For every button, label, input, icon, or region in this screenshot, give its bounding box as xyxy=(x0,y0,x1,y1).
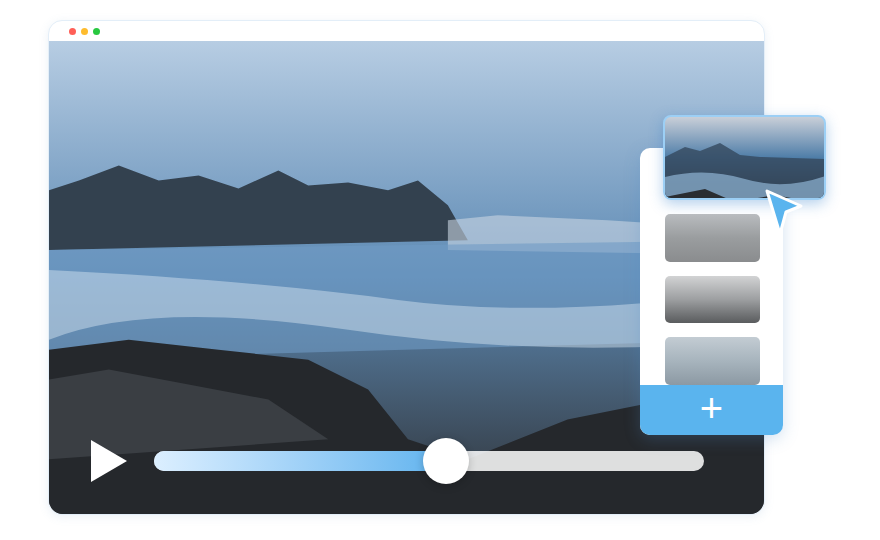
playlist-item[interactable] xyxy=(665,337,760,385)
playlist-item[interactable] xyxy=(665,276,760,324)
player-controls xyxy=(49,438,764,484)
page: + xyxy=(0,0,880,540)
seek-fill xyxy=(154,451,446,471)
window-dot[interactable] xyxy=(81,28,88,35)
playlist-panel: + xyxy=(640,148,783,435)
thumbnail-image xyxy=(665,117,824,198)
playlist-item[interactable] xyxy=(663,115,826,200)
window-dot[interactable] xyxy=(69,28,76,35)
title-bar xyxy=(49,21,764,41)
play-icon[interactable] xyxy=(89,438,129,484)
cursor-icon xyxy=(764,188,804,238)
seek-thumb[interactable] xyxy=(423,438,469,484)
add-button[interactable]: + xyxy=(640,385,783,435)
mountains-icon xyxy=(665,117,826,200)
playlist xyxy=(640,148,783,385)
playlist-item[interactable] xyxy=(665,214,760,262)
seek-slider[interactable] xyxy=(154,451,704,471)
window-dot[interactable] xyxy=(93,28,100,35)
